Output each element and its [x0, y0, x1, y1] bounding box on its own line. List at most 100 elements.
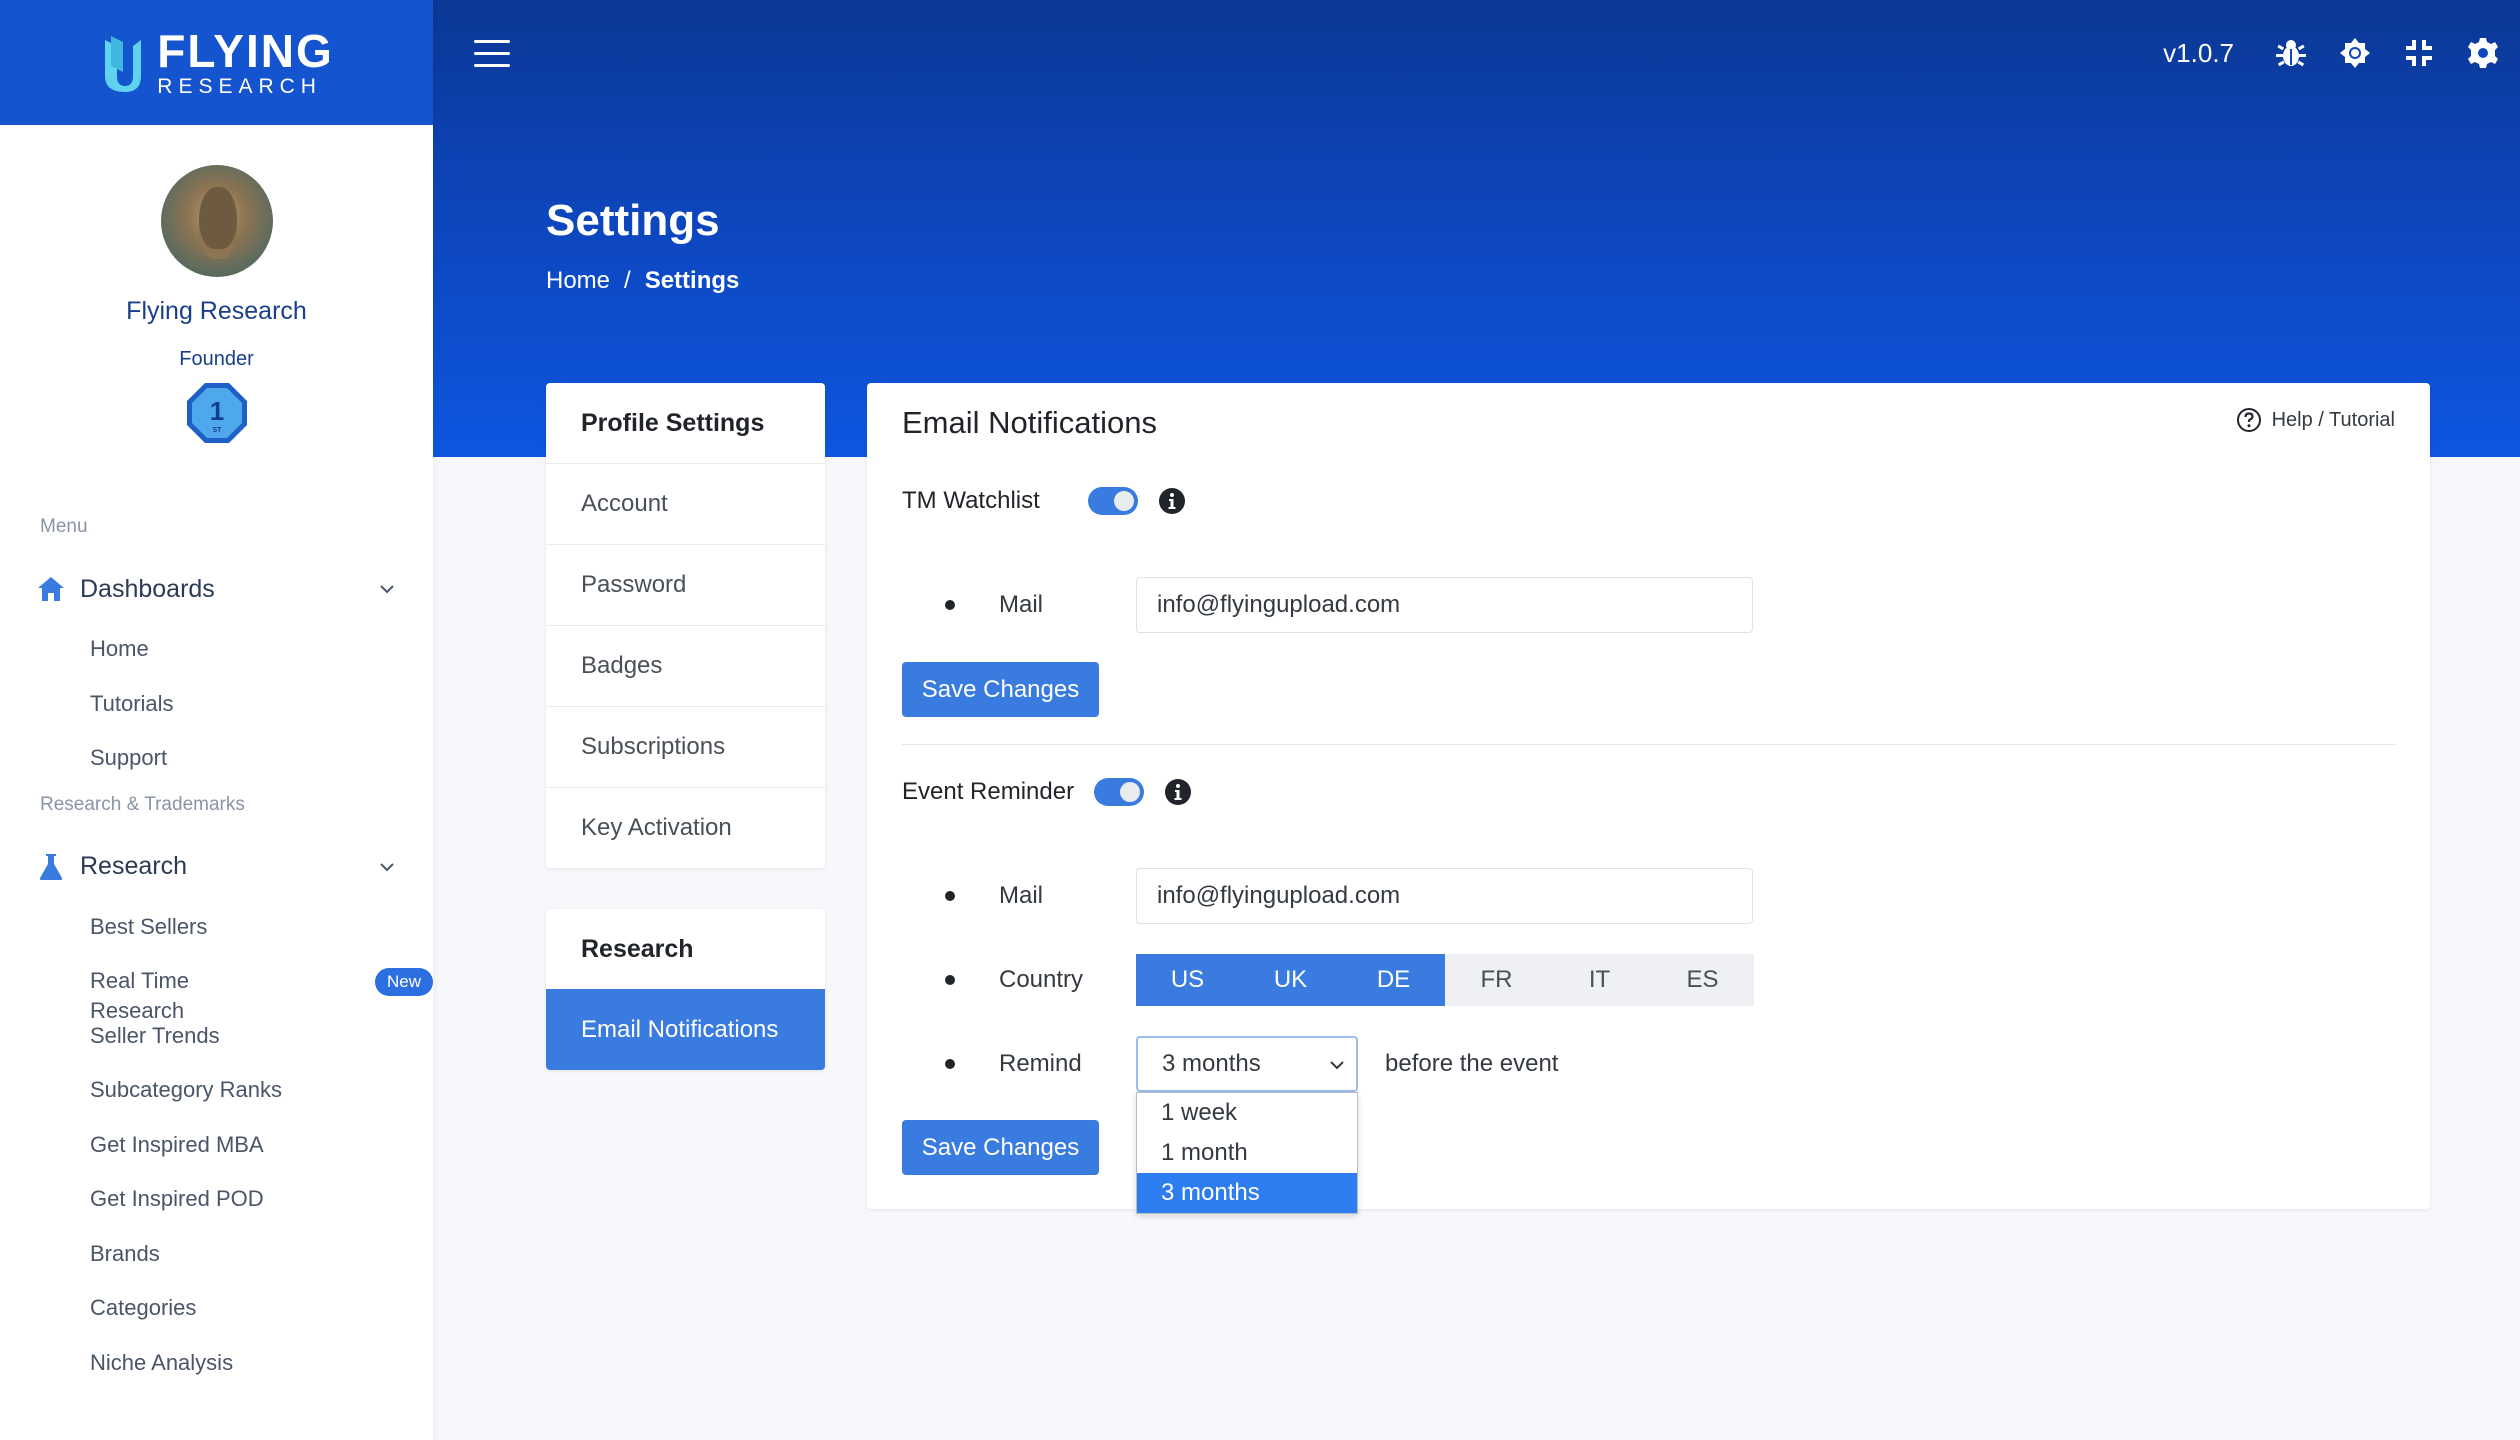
breadcrumb: Home / Settings: [546, 267, 739, 295]
tm-watchlist-row: TM Watchlist: [902, 487, 1186, 515]
mail-label: Mail: [999, 882, 1044, 909]
help-label: Help / Tutorial: [2271, 408, 2395, 431]
card-title: Email Notifications: [902, 405, 1157, 440]
nav-item-password[interactable]: Password: [546, 544, 825, 625]
page-title: Settings: [546, 196, 720, 245]
menu-section-title: Research & Trademarks: [40, 793, 245, 815]
dashboards-submenu: Home Tutorials Support: [0, 634, 433, 798]
question-circle-icon: [2236, 408, 2261, 432]
help-tutorial-link[interactable]: Help / Tutorial: [2236, 407, 2395, 433]
sidebar-item-get-inspired-pod[interactable]: Get Inspired POD: [0, 1184, 433, 1239]
sidebar-item-niche-analysis[interactable]: Niche Analysis: [0, 1348, 433, 1403]
remind-option-3-months[interactable]: 3 months: [1137, 1173, 1357, 1213]
tm-mail-row: Mail: [867, 577, 2430, 633]
country-label: Country: [999, 966, 1084, 993]
email-notifications-card: Email Notifications Help / Tutorial TM W…: [867, 383, 2430, 1214]
research-settings-nav: Research Email Notifications: [546, 909, 825, 1070]
info-icon[interactable]: [1158, 487, 1186, 515]
remind-suffix: before the event: [1385, 1050, 1559, 1077]
sidebar-item-subcategory-ranks[interactable]: Subcategory Ranks: [0, 1075, 433, 1130]
list-bullet: [945, 891, 955, 901]
flask-icon: [36, 852, 66, 882]
breadcrumb-current: Settings: [644, 267, 740, 294]
country-de-button[interactable]: DE: [1342, 954, 1445, 1006]
country-uk-button[interactable]: UK: [1239, 954, 1342, 1006]
sidebar-group-dashboards[interactable]: Dashboards: [0, 574, 433, 604]
country-fr-button[interactable]: FR: [1445, 954, 1548, 1006]
country-selector: US UK DE FR IT ES: [1136, 954, 1754, 1006]
app-version: v1.0.7: [2163, 37, 2234, 68]
nav-item-key-activation[interactable]: Key Activation: [546, 787, 825, 868]
badge-number: 1: [209, 396, 223, 426]
info-icon[interactable]: [1164, 778, 1192, 806]
sidebar-item-brands[interactable]: Brands: [0, 1239, 433, 1294]
nav-item-badges[interactable]: Badges: [546, 625, 825, 706]
profile-settings-nav: Profile Settings Account Password Badges…: [546, 383, 825, 868]
brand-logo[interactable]: FLYING RESEARCH: [0, 0, 433, 125]
badge-suffix: ST: [212, 427, 222, 434]
sidebar-item-home[interactable]: Home: [0, 634, 433, 689]
avatar[interactable]: [160, 165, 273, 277]
sidebar-group-research[interactable]: Research: [0, 852, 433, 882]
remind-row: Remind 3 months before the event: [867, 1036, 2430, 1092]
mail-label: Mail: [999, 591, 1044, 618]
event-save-button[interactable]: Save Changes: [902, 1120, 1099, 1175]
remind-selected-value: 3 months: [1162, 1050, 1261, 1077]
nav-heading: Research: [581, 934, 694, 963]
remind-select[interactable]: 3 months: [1136, 1036, 1358, 1092]
menu-section-title: Menu: [40, 516, 88, 537]
sidebar: FLYING RESEARCH Flying Research Founder …: [0, 0, 433, 1440]
logo-icon: [105, 35, 142, 92]
gear-icon[interactable]: [2466, 36, 2500, 70]
sidebar-item-label: Real Time Research: [90, 968, 190, 1023]
remind-label: Remind: [999, 1050, 1082, 1077]
list-bullet: [945, 600, 955, 610]
sidebar-item-categories[interactable]: Categories: [0, 1293, 433, 1348]
tm-save-button[interactable]: Save Changes: [902, 662, 1099, 717]
chevron-down-icon: [380, 585, 394, 594]
sidebar-group-label: Dashboards: [80, 574, 215, 603]
remind-dropdown: 1 week 1 month 3 months: [1136, 1092, 1358, 1214]
sidebar-item-seller-trends[interactable]: Seller Trends: [0, 1021, 433, 1076]
first-badge-icon: 1 ST: [186, 383, 247, 443]
menu-toggle-icon[interactable]: [474, 40, 510, 70]
remind-option-1-week[interactable]: 1 week: [1137, 1093, 1357, 1133]
event-mail-input[interactable]: [1136, 868, 1753, 924]
country-it-button[interactable]: IT: [1548, 954, 1651, 1006]
home-icon: [36, 574, 66, 604]
event-mail-row: Mail: [867, 868, 2430, 924]
nav-item-account[interactable]: Account: [546, 463, 825, 544]
chevron-down-icon: [380, 862, 394, 871]
brand-line2: RESEARCH: [157, 75, 322, 98]
country-row: Country US UK DE FR IT ES: [867, 952, 2430, 1008]
list-bullet: [945, 975, 955, 985]
topbar-actions: v1.0.7: [2163, 36, 2500, 70]
sidebar-item-best-sellers[interactable]: Best Sellers: [0, 912, 433, 967]
breadcrumb-separator: /: [624, 267, 631, 294]
chevron-down-icon: [1330, 1061, 1344, 1070]
remind-option-1-month[interactable]: 1 month: [1137, 1133, 1357, 1173]
event-reminder-label: Event Reminder: [902, 778, 1075, 805]
country-us-button[interactable]: US: [1136, 954, 1239, 1006]
new-badge: New: [374, 968, 433, 996]
event-reminder-toggle[interactable]: [1094, 778, 1145, 806]
research-submenu: Best Sellers Real Time Research New Sell…: [0, 912, 433, 1403]
breadcrumb-home[interactable]: Home: [546, 267, 610, 295]
profile-name: Flying Research: [126, 297, 307, 325]
compress-icon[interactable]: [2402, 36, 2436, 70]
sidebar-item-get-inspired-mba[interactable]: Get Inspired MBA: [0, 1130, 433, 1185]
event-reminder-row: Event Reminder: [902, 778, 1192, 806]
sidebar-item-tutorials[interactable]: Tutorials: [0, 689, 433, 744]
bug-icon[interactable]: [2274, 36, 2308, 70]
sidebar-item-support[interactable]: Support: [0, 743, 433, 798]
section-divider: [902, 744, 2395, 745]
brightness-icon[interactable]: [2338, 36, 2372, 70]
country-es-button[interactable]: ES: [1651, 954, 1754, 1006]
sidebar-group-label: Research: [80, 852, 187, 880]
sidebar-item-real-time-research[interactable]: Real Time Research New: [0, 966, 433, 1023]
tm-mail-input[interactable]: [1136, 577, 1753, 633]
nav-item-email-notifications[interactable]: Email Notifications: [546, 989, 825, 1070]
tm-watchlist-toggle[interactable]: [1087, 487, 1138, 515]
tm-watchlist-label: TM Watchlist: [902, 487, 1040, 514]
nav-item-subscriptions[interactable]: Subscriptions: [546, 706, 825, 787]
